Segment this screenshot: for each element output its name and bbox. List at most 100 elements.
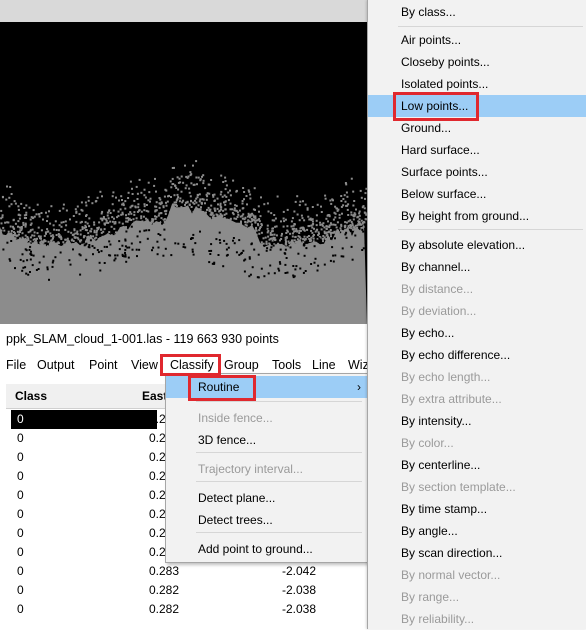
cell-class: 0 [17, 431, 24, 445]
menu-separator [196, 481, 362, 482]
menu-item-label: Isolated points... [401, 77, 489, 91]
routine-menu-item[interactable]: By time stamp... [368, 498, 586, 520]
menu-view[interactable]: View [131, 354, 158, 376]
routine-menu-item[interactable]: Below surface... [368, 183, 586, 205]
cell-east: 0.282 [149, 583, 180, 597]
routine-menu-item[interactable]: Isolated points... [368, 73, 586, 95]
cell-east: 0.2 [149, 450, 166, 464]
table-row[interactable]: 0 0.282 -2.038 [6, 581, 367, 600]
cell-north: -2.042 [282, 564, 317, 578]
routine-menu-item[interactable]: By centerline... [368, 454, 586, 476]
routine-menu-item[interactable]: Hard surface... [368, 139, 586, 161]
cell-class: 0 [17, 469, 24, 483]
routine-menu-item[interactable]: By extra attribute... [368, 388, 586, 410]
cell-class: 0 [17, 507, 24, 521]
cell-east: 0.283 [149, 564, 180, 578]
routine-menu-item[interactable]: Closeby points... [368, 51, 586, 73]
routine-menu-item[interactable]: By range... [368, 586, 586, 608]
routine-menu-item[interactable]: By echo length... [368, 366, 586, 388]
cell-east: 0.2 [149, 412, 166, 426]
menu-item-label: Detect trees... [198, 513, 273, 527]
routine-menu-item[interactable]: By class... [368, 1, 586, 23]
menu-item-label: Surface points... [401, 165, 488, 179]
routine-submenu: By class... Air points... Closeby points..… [367, 0, 586, 629]
point-cloud-view[interactable] [0, 22, 367, 324]
classify-menu-item[interactable]: Add point to ground... [166, 538, 367, 560]
routine-menu-item[interactable]: By echo... [368, 322, 586, 344]
menu-item-label: By angle... [401, 524, 458, 538]
cell-class: 0 [17, 545, 24, 559]
cell-class: 0 [17, 583, 24, 597]
routine-menu-item[interactable]: Air points... [368, 29, 586, 51]
cell-east: 0.2 [149, 526, 166, 540]
menu-point[interactable]: Point [89, 354, 118, 376]
menu-item-label: Below surface... [401, 187, 487, 201]
routine-menu-item[interactable]: By color... [368, 432, 586, 454]
cell-north: -2.038 [282, 602, 317, 616]
classify-menu-item[interactable]: Detect trees... [166, 509, 367, 531]
routine-menu-item[interactable]: By distance... [368, 278, 586, 300]
classify-menu-item[interactable]: 3D fence... [166, 429, 367, 451]
menu-item-label: By class... [401, 5, 456, 19]
routine-menu-item[interactable]: By reliability... [368, 608, 586, 630]
cell-class: 0 [17, 450, 24, 464]
routine-menu-item[interactable]: By deviation... [368, 300, 586, 322]
classify-menu: Routine › Inside fence... 3D fence... Trajec… [165, 373, 368, 563]
menu-item-label: Closeby points... [401, 55, 490, 69]
view-window-top-strip [0, 0, 367, 23]
classify-menu-item[interactable]: Inside fence... [166, 407, 367, 429]
menu-item-label: By echo length... [401, 370, 491, 384]
classify-menu-item[interactable]: Detect plane... [166, 487, 367, 509]
menu-item-label: By distance... [401, 282, 474, 296]
table-row[interactable]: 0 0.282 -2.038 [6, 600, 367, 619]
menu-separator [398, 26, 583, 27]
menu-item-label: Inside fence... [198, 411, 273, 425]
routine-menu-item[interactable]: By section template... [368, 476, 586, 498]
routine-menu-item[interactable]: By absolute elevation... [368, 234, 586, 256]
menu-item-label: By scan direction... [401, 546, 503, 560]
table-row[interactable]: 0 0.283 -2.042 [6, 562, 367, 581]
menu-item-label: By time stamp... [401, 502, 488, 516]
cell-east: 0.2 [149, 545, 166, 559]
routine-menu-item[interactable]: Low points... [368, 95, 586, 117]
menu-item-label: By section template... [401, 480, 516, 494]
routine-menu-item[interactable]: By angle... [368, 520, 586, 542]
cell-north: -2.038 [282, 583, 317, 597]
menu-item-label: By color... [401, 436, 454, 450]
menu-file[interactable]: File [6, 354, 26, 376]
column-header-class[interactable]: Class [15, 384, 47, 408]
routine-menu-item[interactable]: By echo difference... [368, 344, 586, 366]
menu-item-label: Detect plane... [198, 491, 276, 505]
routine-menu-item[interactable]: By normal vector... [368, 564, 586, 586]
menu-separator [398, 229, 583, 230]
menu-item-label: By extra attribute... [401, 392, 502, 406]
menu-item-label: By centerline... [401, 458, 481, 472]
routine-menu-item[interactable]: By height from ground... [368, 205, 586, 227]
cell-east: 0.2 [149, 488, 166, 502]
routine-menu-item[interactable]: By intensity... [368, 410, 586, 432]
document-title: ppk_SLAM_cloud_1-001.las - 119 663 930 p… [6, 332, 279, 346]
classify-menu-item[interactable]: Trajectory interval... [166, 458, 367, 480]
column-header-east[interactable]: East [142, 384, 167, 408]
cell-east: 0.2 [149, 431, 166, 445]
classify-menu-item[interactable]: Routine › [166, 376, 367, 398]
routine-menu-item[interactable]: Surface points... [368, 161, 586, 183]
menu-item-label: 3D fence... [198, 433, 257, 447]
menu-item-label: Hard surface... [401, 143, 480, 157]
menu-item-label: Trajectory interval... [198, 462, 303, 476]
menu-item-label: By deviation... [401, 304, 477, 318]
cell-class: 0 [17, 488, 24, 502]
menu-output[interactable]: Output [37, 354, 75, 376]
point-cloud-canvas[interactable] [0, 22, 367, 324]
menu-item-label: Add point to ground... [198, 542, 313, 556]
menu-item-label: By echo... [401, 326, 455, 340]
menu-separator [196, 401, 362, 402]
cell-class: 0 [17, 564, 24, 578]
routine-menu-item[interactable]: By scan direction... [368, 542, 586, 564]
cell-class: 0 [11, 410, 157, 429]
routine-menu-item[interactable]: Ground... [368, 117, 586, 139]
menu-item-label: Air points... [401, 33, 462, 47]
routine-menu-item[interactable]: By channel... [368, 256, 586, 278]
menu-separator [196, 532, 362, 533]
cell-east: 0.282 [149, 602, 180, 616]
